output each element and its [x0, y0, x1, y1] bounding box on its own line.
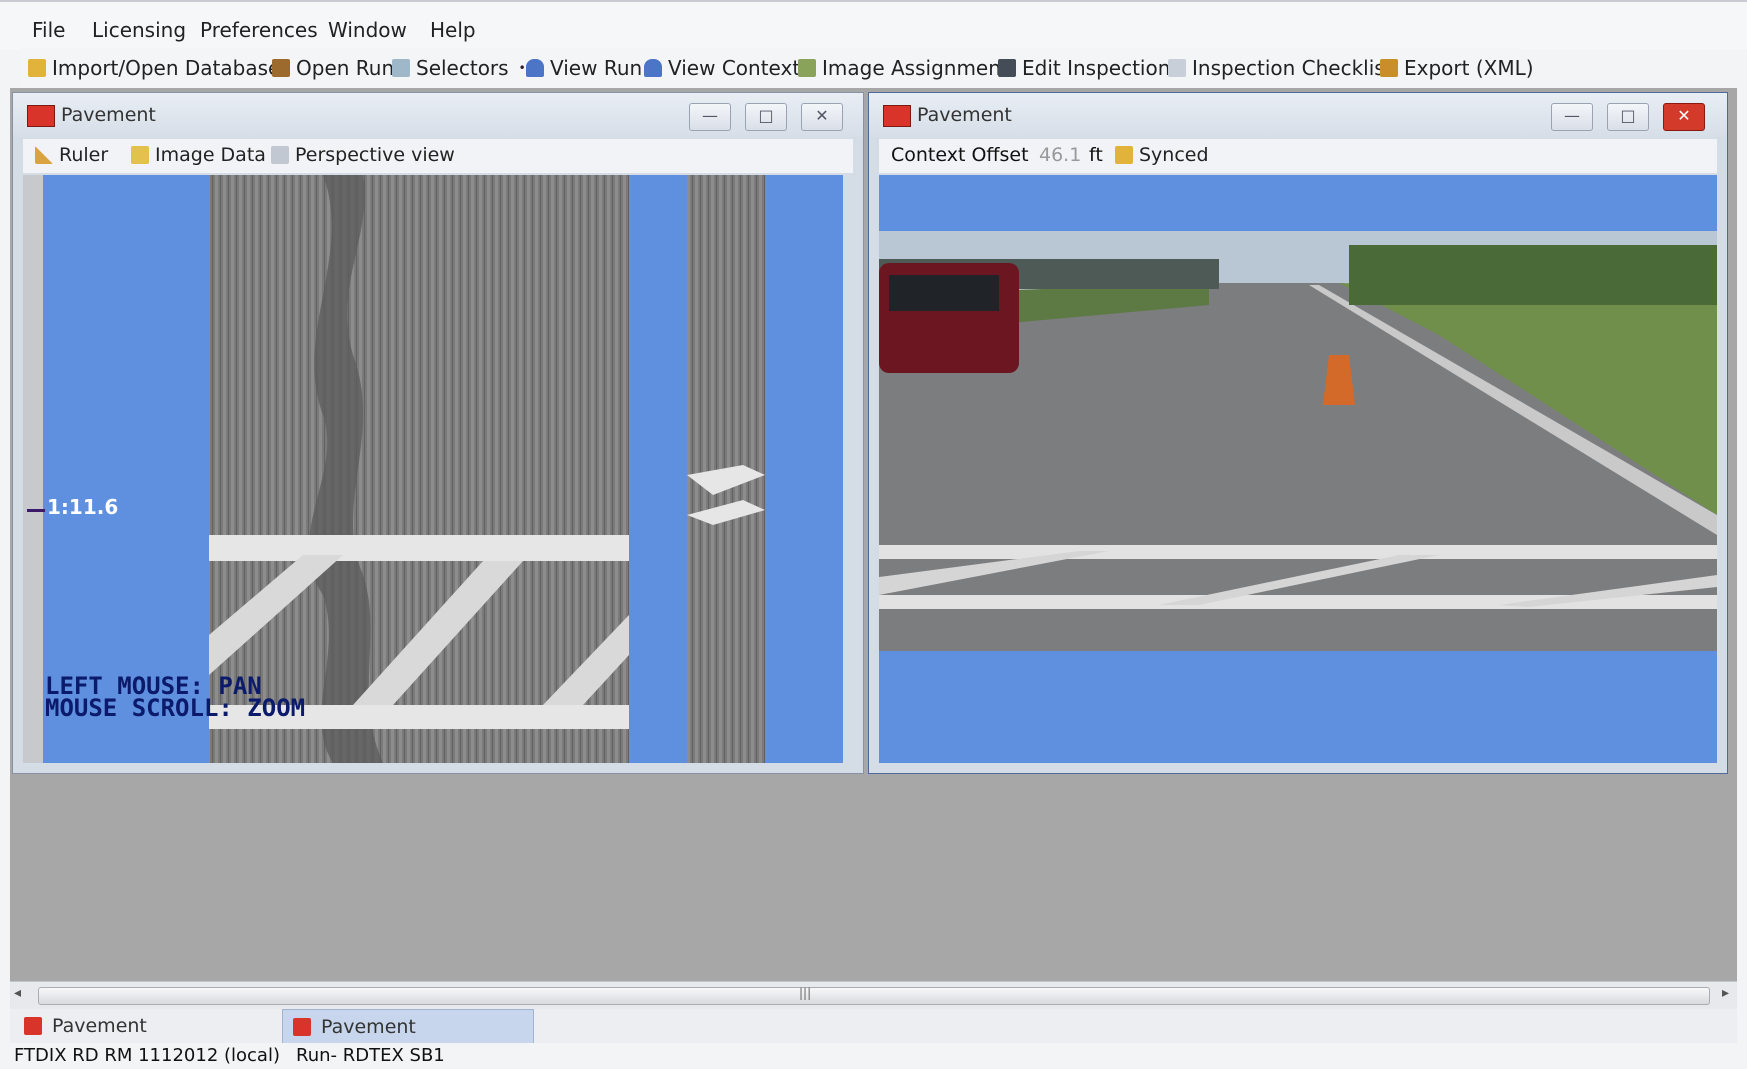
export-xml-label: Export (XML) — [1404, 56, 1534, 80]
selectors-label: Selectors — [416, 56, 509, 80]
pavement-image-viewport[interactable]: 1:11.6 LEFT MOUSE: PAN MOUSE SCROLL: ZOO… — [23, 175, 843, 763]
perspective-icon — [271, 146, 289, 164]
pane-title: Pavement — [917, 104, 1012, 126]
context-offset-field[interactable]: 46.1 — [1039, 144, 1081, 166]
pane-title-bar[interactable]: Pavement — □ ✕ — [13, 93, 863, 137]
app-icon — [293, 1018, 311, 1036]
run-icon — [272, 59, 290, 77]
offset-unit: ft — [1089, 144, 1103, 166]
selectors-icon — [392, 59, 410, 77]
context-offset-label: Context Offset — [891, 144, 1029, 166]
sync-lock-icon — [1115, 146, 1133, 164]
image-assignment-button[interactable]: Image Assignment — [798, 56, 1009, 80]
inspection-checklist-label: Inspection Checklist — [1192, 56, 1393, 80]
menu-preferences[interactable]: Preferences — [200, 18, 318, 42]
checklist-icon — [1168, 59, 1186, 77]
view-context-label: View Context — [668, 56, 801, 80]
open-run-button[interactable]: Open Run — [272, 56, 394, 80]
status-bar: FTDIX RD RM 1112012 (local) Run- RDTEX S… — [0, 1043, 1747, 1069]
menu-file[interactable]: File — [32, 18, 65, 42]
scroll-thumb[interactable]: ||| — [38, 986, 1710, 1005]
tab-label: Pavement — [52, 1015, 147, 1037]
tab-label: Pavement — [321, 1016, 416, 1038]
perspective-view-button[interactable]: Perspective view — [271, 144, 455, 166]
perspective-view-label: Perspective view — [295, 144, 455, 166]
clipboard-icon — [998, 59, 1016, 77]
ruler-icon — [35, 146, 53, 164]
pane-title-bar[interactable]: Pavement — □ ✕ — [869, 93, 1727, 137]
car-icon — [644, 59, 662, 77]
menu-licensing[interactable]: Licensing — [92, 18, 186, 42]
horizontal-scrollbar[interactable]: ◂ ||| ▸ — [10, 981, 1737, 1010]
status-run: Run- RDTEX SB1 — [296, 1045, 445, 1066]
pavement-pane-right: Pavement — □ ✕ Context Offset 46.1 ft Sy… — [868, 92, 1728, 774]
scale-label: 1:11.6 — [47, 495, 119, 519]
edit-inspection-button[interactable]: Edit Inspection — [998, 56, 1170, 80]
image-data-icon — [131, 146, 149, 164]
scroll-left-arrow[interactable]: ◂ — [14, 985, 21, 1001]
image-data-button[interactable]: Image Data — [131, 144, 266, 166]
app-icon — [27, 105, 55, 127]
status-database: FTDIX RD RM 1112012 (local) — [14, 1045, 280, 1066]
export-xml-button[interactable]: Export (XML) — [1380, 56, 1534, 80]
import-open-database-label: Import/Open Database — [52, 56, 281, 80]
app-icon — [24, 1017, 42, 1035]
import-open-database-button[interactable]: Import/Open Database — [28, 56, 280, 80]
scroll-right-arrow[interactable]: ▸ — [1722, 985, 1729, 1001]
menu-window[interactable]: Window — [328, 18, 407, 42]
close-button[interactable]: ✕ — [801, 103, 843, 131]
selectors-dropdown-arrow[interactable]: • — [519, 61, 526, 75]
app-icon — [883, 105, 911, 127]
maximize-button[interactable]: □ — [1607, 103, 1649, 131]
hint-zoom: MOUSE SCROLL: ZOOM — [45, 694, 306, 722]
view-run-button[interactable]: View Run — [526, 56, 642, 80]
ruler-button[interactable]: Ruler — [35, 144, 108, 166]
image-data-label: Image Data — [155, 144, 266, 166]
menu-help[interactable]: Help — [430, 18, 476, 42]
view-context-button[interactable]: View Context — [644, 56, 800, 80]
ruler-label: Ruler — [59, 144, 109, 166]
mouse-hint: LEFT MOUSE: PAN MOUSE SCROLL: ZOOM — [45, 674, 306, 722]
tab-pavement-1[interactable]: Pavement — [14, 1009, 264, 1043]
maximize-button[interactable]: □ — [745, 103, 787, 131]
pane-toolbar: Ruler Image Data Perspective view — [23, 139, 853, 173]
pane-title: Pavement — [61, 104, 156, 126]
synced-label: Synced — [1139, 144, 1209, 166]
export-icon — [1380, 59, 1398, 77]
menu-bar: File Licensing Preferences Window Help — [0, 0, 1747, 50]
close-button[interactable]: ✕ — [1663, 103, 1705, 131]
main-toolbar: Import/Open Database Open Run Selectors … — [20, 48, 1534, 90]
scroll-grip: ||| — [799, 986, 812, 1000]
open-run-label: Open Run — [296, 56, 395, 80]
selectors-button[interactable]: Selectors • — [392, 56, 526, 80]
image-assignment-label: Image Assignment — [822, 56, 1009, 80]
database-icon — [28, 59, 46, 77]
minimize-button[interactable]: — — [1551, 103, 1593, 131]
context-toolbar: Context Offset 46.1 ft Synced — [879, 139, 1717, 173]
synced-toggle[interactable]: Synced — [1115, 144, 1209, 166]
tab-pavement-2[interactable]: Pavement — [282, 1009, 534, 1045]
scale-marker — [27, 509, 45, 512]
road-photo — [879, 231, 1717, 651]
context-image-viewport[interactable] — [879, 175, 1717, 763]
view-run-label: View Run — [550, 56, 643, 80]
workspace: Pavement — □ ✕ Ruler Image Data Perspect… — [10, 88, 1737, 981]
minimize-button[interactable]: — — [689, 103, 731, 131]
car-icon — [526, 59, 544, 77]
document-tabs: Pavement Pavement — [10, 1009, 1737, 1045]
pavement-pane-left: Pavement — □ ✕ Ruler Image Data Perspect… — [12, 92, 864, 774]
image-icon — [798, 59, 816, 77]
inspection-checklist-button[interactable]: Inspection Checklist — [1168, 56, 1393, 80]
edit-inspection-label: Edit Inspection — [1022, 56, 1171, 80]
